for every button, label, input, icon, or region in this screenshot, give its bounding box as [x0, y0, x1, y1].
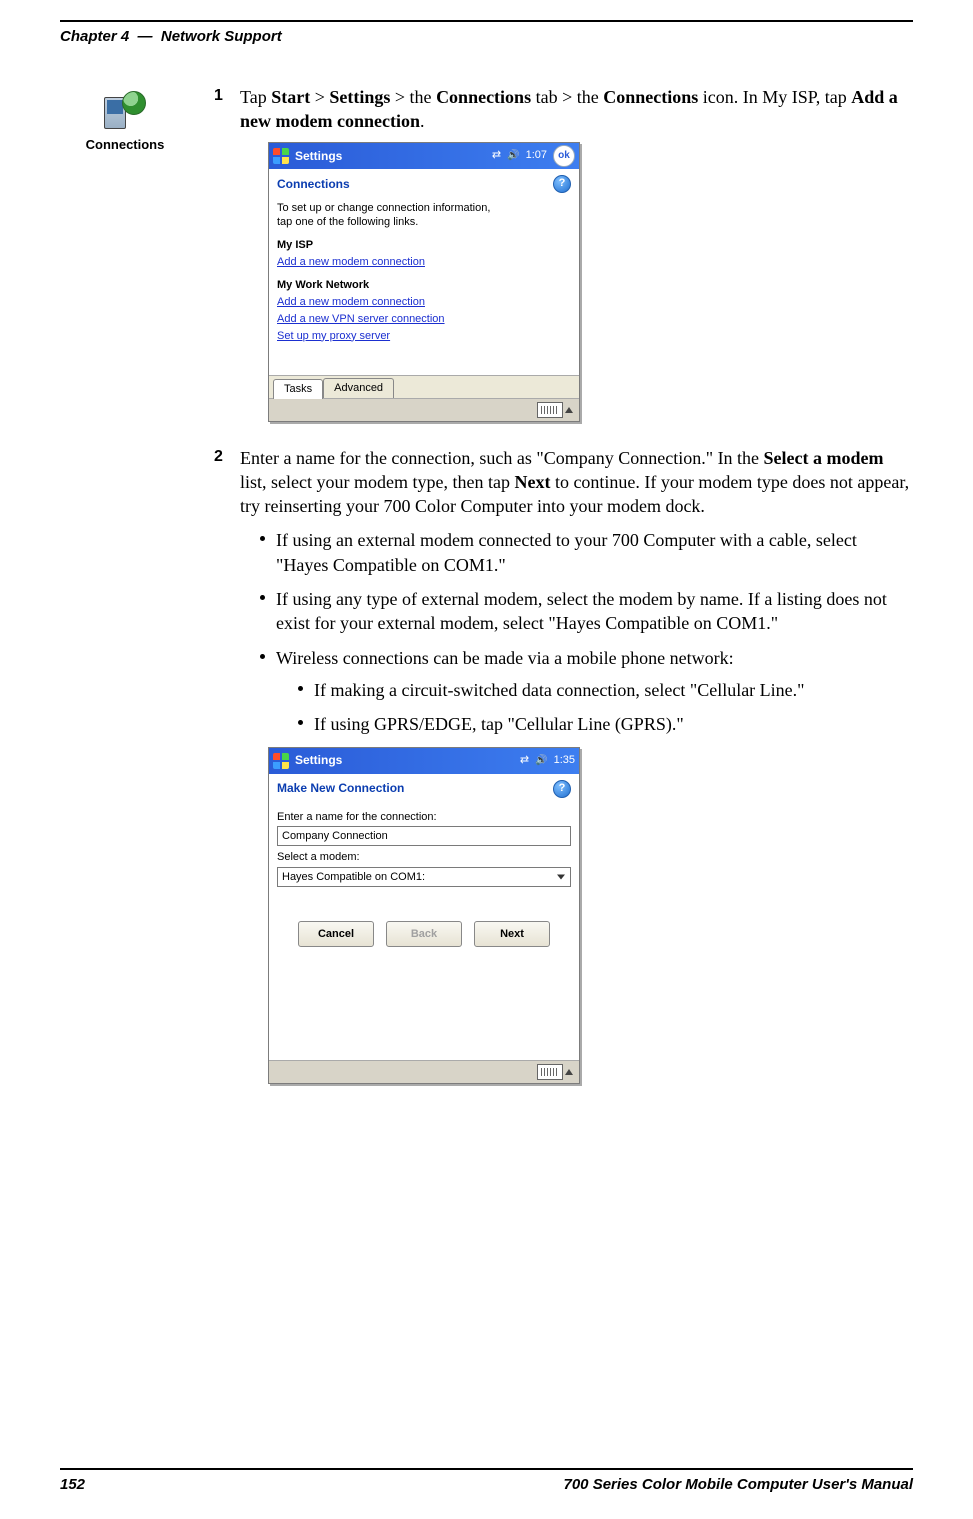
manual-title: 700 Series Color Mobile Computer User's …: [564, 1476, 914, 1493]
back-button: Back: [386, 921, 462, 947]
start-flag-icon[interactable]: [273, 148, 289, 164]
clock-text[interactable]: 1:07: [526, 148, 547, 163]
next-button[interactable]: Next: [474, 921, 550, 947]
titlebar: Settings 1:07 ok: [269, 143, 579, 169]
volume-icon[interactable]: [507, 148, 519, 163]
isp-add-modem-link[interactable]: Add a new modem connection: [277, 255, 571, 270]
bullet-external-cable: If using an external modem connected to …: [260, 528, 913, 577]
screenshot-make-new-connection: Settings 1:35 Make New Connection ?: [268, 747, 580, 1084]
work-add-modem-link[interactable]: Add a new modem connection: [277, 295, 571, 310]
modem-select[interactable]: [277, 867, 571, 887]
sip-menu-arrow-icon[interactable]: [565, 1069, 573, 1075]
titlebar: Settings 1:35: [269, 748, 579, 774]
connection-name-label: Enter a name for the connection:: [277, 810, 571, 825]
help-icon[interactable]: ?: [553, 175, 571, 193]
chapter-label: Chapter 4: [60, 28, 129, 45]
connections-icon-label: Connections: [86, 137, 165, 152]
tab-tasks[interactable]: Tasks: [273, 379, 323, 399]
connection-name-input[interactable]: [277, 826, 571, 846]
page-number: 152: [60, 1476, 85, 1493]
page-header: Chapter 4 — Network Support: [60, 28, 913, 45]
connectivity-icon[interactable]: [492, 148, 501, 163]
keyboard-icon[interactable]: [537, 402, 563, 418]
step-2-number: 2: [214, 446, 230, 1102]
tab-advanced[interactable]: Advanced: [323, 378, 394, 398]
connectivity-icon[interactable]: [520, 753, 529, 768]
bullet-gprs-edge: If using GPRS/EDGE, tap "Cellular Line (…: [298, 712, 913, 736]
work-add-vpn-link[interactable]: Add a new VPN server connection: [277, 312, 571, 327]
bullet-wireless: Wireless connections can be made via a m…: [260, 646, 913, 737]
sip-bar: [269, 398, 579, 421]
dropdown-caret-icon[interactable]: [557, 875, 565, 880]
ok-button[interactable]: ok: [553, 145, 575, 167]
screenshot-connections: Settings 1:07 ok Connections ?: [268, 142, 580, 422]
step-1-text: Tap Start > Settings > the Connections t…: [240, 85, 913, 134]
section-label: Network Support: [161, 28, 282, 45]
connections-icon: [104, 91, 146, 133]
work-proxy-link[interactable]: Set up my proxy server: [277, 329, 571, 344]
my-isp-heading: My ISP: [277, 238, 571, 253]
tab-bar: Tasks Advanced: [269, 375, 579, 398]
clock-text[interactable]: 1:35: [554, 753, 575, 768]
sip-menu-arrow-icon[interactable]: [565, 407, 573, 413]
step-2-text: Enter a name for the connection, such as…: [240, 446, 913, 519]
select-modem-label: Select a modem:: [277, 850, 571, 865]
panel-title: Connections: [277, 176, 350, 192]
help-icon[interactable]: ?: [553, 780, 571, 798]
bullet-circuit-switched: If making a circuit-switched data connec…: [298, 678, 913, 702]
window-title: Settings: [295, 148, 486, 164]
start-flag-icon[interactable]: [273, 753, 289, 769]
keyboard-icon[interactable]: [537, 1064, 563, 1080]
intro-text: To set up or change connection informati…: [277, 201, 571, 231]
volume-icon[interactable]: [535, 753, 547, 768]
cancel-button[interactable]: Cancel: [298, 921, 374, 947]
panel-title: Make New Connection: [277, 780, 404, 796]
window-title: Settings: [295, 752, 514, 768]
my-work-network-heading: My Work Network: [277, 278, 571, 293]
step-1-number: 1: [214, 85, 230, 440]
sip-bar: [269, 1060, 579, 1083]
bullet-external-by-name: If using any type of external modem, sel…: [260, 587, 913, 636]
